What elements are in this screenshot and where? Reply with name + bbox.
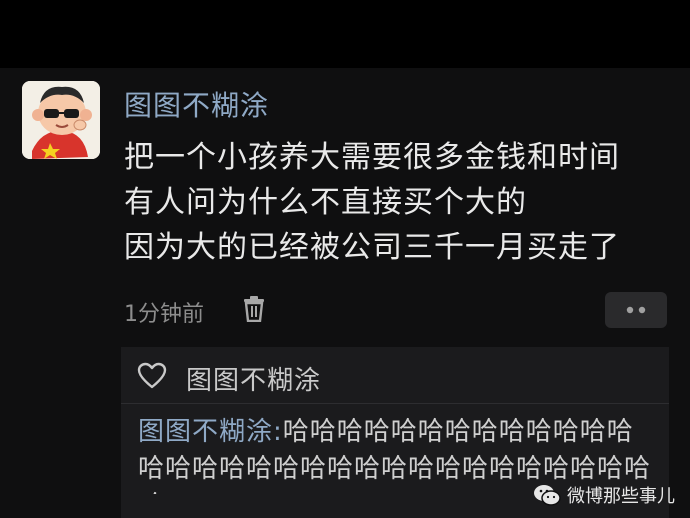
screenshot: 图图不糊涂 把一个小孩养大需要很多金钱和时间 有人问为什么不直接买个大的 因为大… — [0, 0, 690, 518]
post-content-line: 把一个小孩养大需要很多金钱和时间 — [124, 140, 620, 175]
more-dots-icon — [626, 306, 646, 314]
more-button[interactable] — [605, 292, 667, 328]
post-username[interactable]: 图图不糊涂 — [124, 84, 269, 124]
avatar[interactable] — [22, 81, 100, 159]
post-content-line: 有人问为什么不直接买个大的 — [124, 185, 527, 220]
divider — [121, 403, 669, 404]
reply-author[interactable]: 图图不糊涂: — [138, 417, 283, 447]
watermark-text: 微博那些事儿 — [567, 486, 675, 507]
trash-icon[interactable] — [243, 296, 265, 323]
cartoon-boy-avatar-icon — [22, 81, 100, 159]
like-user-name[interactable]: 图图不糊涂 — [186, 360, 321, 397]
wechat-icon — [534, 485, 561, 506]
heart-outline-icon[interactable] — [137, 362, 167, 390]
watermark: 微博那些事儿 — [533, 480, 675, 510]
post-content-line: 因为大的已经被公司三千一月买走了 — [124, 230, 620, 265]
post-time: 1分钟前 — [124, 302, 204, 327]
